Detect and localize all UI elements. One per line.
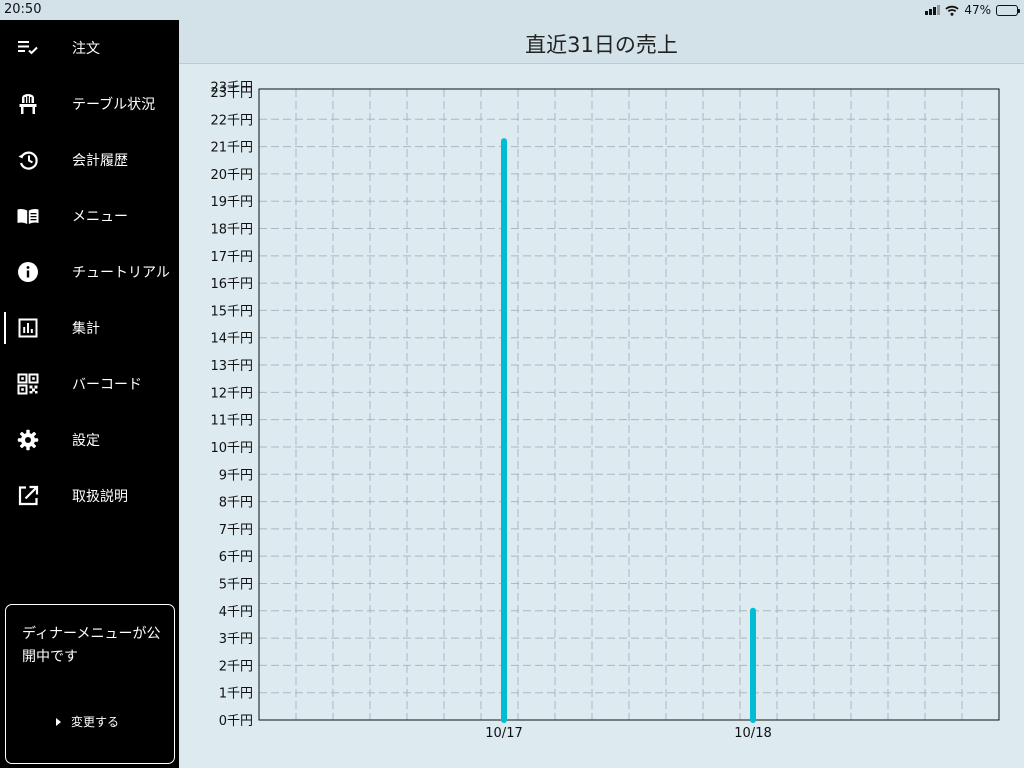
status-indicators: 47% — [925, 3, 1020, 17]
page-title: 直近31日の売上 — [525, 33, 678, 57]
y-tick-label: 22千円 — [210, 113, 253, 128]
x-tick-label: 10/17 — [485, 726, 522, 741]
y-tick-label: 11千円 — [210, 414, 253, 429]
sidebar-item-table-status[interactable]: テーブル状況 — [0, 82, 179, 126]
y-tick-label: 20千円 — [210, 168, 253, 183]
sidebar-item-label: メニュー — [72, 209, 128, 225]
order-checklist-icon — [18, 41, 38, 55]
qr-code-icon — [17, 373, 39, 395]
sidebar-item-orders[interactable]: 注文 — [0, 26, 179, 70]
sidebar-item-manual[interactable]: 取扱説明 — [0, 474, 179, 518]
gear-icon — [17, 429, 39, 451]
y-tick-label: 1千円 — [219, 687, 253, 702]
y-tick-label: 10千円 — [210, 441, 253, 456]
y-tick-label: 16千円 — [210, 277, 253, 292]
y-tick-label: 8千円 — [219, 496, 253, 511]
info-icon — [18, 262, 38, 282]
status-time: 20:50 — [4, 2, 42, 17]
sidebar-item-label: バーコード — [72, 377, 142, 393]
y-tick-label: 0千円 — [219, 714, 253, 729]
sidebar-item-summary[interactable]: 集計 — [0, 306, 179, 350]
chair-icon — [19, 94, 37, 114]
wifi-icon — [945, 5, 959, 16]
sidebar-item-settings[interactable]: 設定 — [0, 418, 179, 462]
current-menu-message: ディナーメニューが公開中です — [22, 626, 161, 665]
y-tick-label: 21千円 — [210, 141, 253, 156]
bar-chart-icon — [18, 318, 38, 338]
y-tick-label: 19千円 — [210, 195, 253, 210]
sidebar-item-label: 取扱説明 — [72, 489, 128, 505]
sidebar-item-label: 設定 — [72, 433, 100, 449]
battery-icon — [996, 4, 1020, 16]
y-tick-label: 6千円 — [219, 550, 253, 565]
y-tick-label: 13千円 — [210, 359, 253, 374]
y-tick-label: 12千円 — [210, 386, 253, 401]
y-tick-label: 5千円 — [219, 577, 253, 592]
y-tick-label: 7千円 — [219, 523, 253, 538]
y-tick-label: 14千円 — [210, 332, 253, 347]
battery-percent: 47% — [964, 3, 991, 17]
y-tick-label: 23千円 — [210, 81, 253, 96]
sales-chart: 0千円 1千円 2千円 3千円 4千円 5千円 6千円 7千円 8千円 9千円 10千円 11千円 12… — [210, 81, 1000, 741]
y-tick-label: 18千円 — [210, 223, 253, 238]
y-tick-label: 3千円 — [219, 632, 253, 647]
menu-book-icon — [17, 208, 39, 224]
sidebar-item-label: 集計 — [72, 321, 100, 337]
y-tick-label: 17千円 — [210, 250, 253, 265]
sidebar: 注文 テーブル状況 会計履歴 メニュー チュートリアル 集計 バーコード 設定 … — [0, 20, 179, 768]
change-menu-label: 変更する — [71, 715, 120, 729]
change-menu-button[interactable]: 変更する — [56, 713, 119, 730]
sidebar-item-label: 会計履歴 — [72, 153, 128, 169]
external-link-icon — [18, 485, 39, 506]
play-arrow-icon — [56, 717, 61, 726]
y-tick-label: 4千円 — [219, 605, 253, 620]
sidebar-item-tutorial[interactable]: チュートリアル — [0, 250, 179, 294]
sidebar-item-payment-history[interactable]: 会計履歴 — [0, 138, 179, 182]
signal-icon — [925, 5, 941, 15]
history-icon — [18, 151, 38, 170]
y-tick-label: 15千円 — [210, 304, 253, 319]
current-menu-card: ディナーメニューが公開中です 変更する — [5, 604, 175, 764]
y-tick-label: 9千円 — [219, 468, 253, 483]
page-header: 直近31日の売上 — [179, 20, 1024, 64]
sidebar-item-barcode[interactable]: バーコード — [0, 362, 179, 406]
sidebar-item-label: チュートリアル — [72, 265, 170, 281]
sidebar-item-menu[interactable]: メニュー — [0, 194, 179, 238]
x-tick-label: 10/18 — [734, 726, 771, 741]
sidebar-item-label: 注文 — [72, 41, 100, 57]
status-bar: 20:50 47% — [0, 0, 1024, 20]
sidebar-item-label: テーブル状況 — [72, 97, 156, 113]
y-tick-label: 2千円 — [219, 659, 253, 674]
